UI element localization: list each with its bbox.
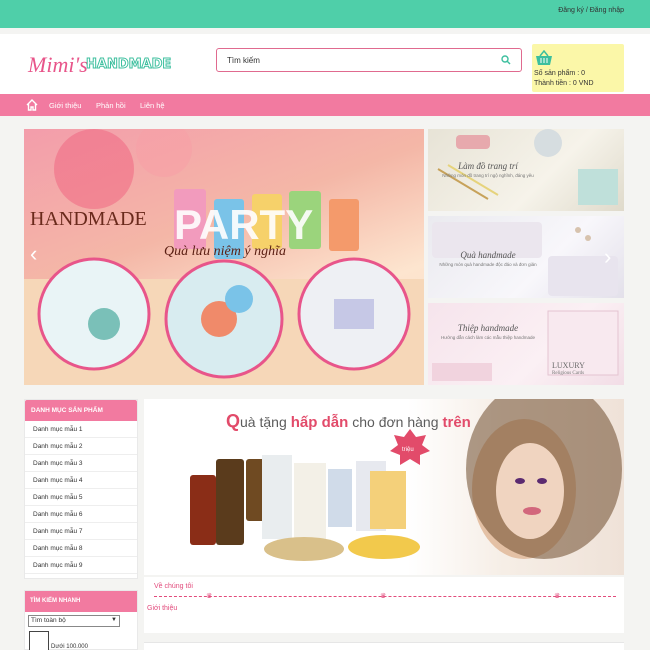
nav-item-about[interactable]: Giới thiệu xyxy=(49,101,81,110)
category-item[interactable]: Danh mục mẫu 8 xyxy=(25,540,137,557)
search-icon[interactable] xyxy=(501,55,511,65)
price-value: 100.000 xyxy=(66,644,88,650)
nav-item-feedback[interactable]: Phản hồi xyxy=(96,101,126,110)
search-box xyxy=(216,48,522,72)
cart-summary[interactable]: Số sản phẩm : 0 Thành tiền : 0 VND xyxy=(532,44,624,92)
luxury-badge: LUXURY xyxy=(552,361,585,370)
side-banner-subtitle: Những món quà handmade độc đáo và đơn gi… xyxy=(439,262,537,267)
category-item[interactable]: Danh mục mẫu 9 xyxy=(25,557,137,574)
party-slide-image: HANDMADE PARTY Quà lưu niệm ý nghĩa xyxy=(24,129,424,385)
logo-script: Mimi's xyxy=(27,52,88,77)
header: Mimi's HANDMADE Số sản phẩm : 0 Thành ti… xyxy=(0,34,650,94)
quick-search: TÌM KIẾM NHANH Tìm toàn bộ ▼ Dưới 100.00… xyxy=(24,590,138,650)
category-menu: DANH MỤC SẢN PHẨM Danh mục mẫu 1 Danh mụ… xyxy=(24,399,138,579)
crown-icon: ♛ xyxy=(206,593,213,600)
chevron-left-icon[interactable]: ‹ xyxy=(30,241,37,267)
cart-total-value: 0 VND xyxy=(572,80,594,87)
cart-count: Số sản phẩm : 0 xyxy=(534,70,585,77)
search-input[interactable] xyxy=(227,50,497,70)
luxury-badge-subtitle: Religious Cards xyxy=(552,371,585,376)
promo-text-b: uà tặng xyxy=(240,414,287,430)
chevron-down-icon: ▼ xyxy=(111,617,117,623)
side-banner-subtitle: Hướng dẫn cách làm các mẫu thiệp handmad… xyxy=(440,335,536,340)
crown-icon: ♛ xyxy=(380,593,387,600)
category-item[interactable]: Danh mục mẫu 2 xyxy=(25,438,137,455)
login-link[interactable]: Đăng nhập xyxy=(590,7,624,14)
promo-text-c: hấp dẫn xyxy=(291,414,349,431)
promo-text-a: Q xyxy=(226,411,240,431)
promo-banner-image: Quà tặng hấp dẫn cho đơn hàng trên triệu xyxy=(190,399,622,561)
side-banner-decor[interactable]: Làm đồ trang trí Những món đồ trang trí … xyxy=(428,129,624,211)
side-banner-gifts[interactable]: Quà handmade Những món quà handmade độc … xyxy=(428,216,624,298)
category-item[interactable]: Danh mục mẫu 1 xyxy=(25,421,137,438)
slide-word: PARTY xyxy=(174,201,313,248)
promo-banner[interactable]: Quà tặng hấp dẫn cho đơn hàng trên triệu xyxy=(144,399,624,575)
category-item[interactable]: Danh mục mẫu 6 xyxy=(25,506,137,523)
promo-headline: Quà tặng hấp dẫn cho đơn hàng trên xyxy=(226,411,471,431)
chevron-right-icon[interactable]: › xyxy=(604,244,611,270)
cart-total-label: Thành tiền : xyxy=(534,80,571,87)
side-banner-title: Làm đồ trang trí xyxy=(458,161,518,171)
category-item[interactable]: Danh mục mẫu 3 xyxy=(25,455,137,472)
account-links: Đăng ký / Đăng nhập xyxy=(558,7,624,14)
link-separator: / xyxy=(585,7,588,14)
main-slider[interactable]: HANDMADE PARTY Quà lưu niệm ý nghĩa ‹ xyxy=(24,129,424,385)
home-icon[interactable] xyxy=(26,99,38,111)
about-section: Về chúng tôi ♛ ♛ ♛ Giới thiệu xyxy=(144,577,624,633)
category-heading: DANH MỤC SẢN PHẨM xyxy=(25,400,137,421)
cart-total: Thành tiền : 0 VND xyxy=(534,80,594,87)
content-box xyxy=(144,642,624,650)
promo-badge: triệu xyxy=(402,447,414,453)
about-link[interactable]: Giới thiệu xyxy=(147,605,177,612)
main-nav: Giới thiệu Phản hồi Liên hệ xyxy=(0,94,650,116)
slide-subtitle: Quà lưu niệm ý nghĩa xyxy=(164,244,286,259)
cart-count-value: 0 xyxy=(581,70,585,77)
cart-count-label: Số sản phẩm : xyxy=(534,70,580,77)
category-item[interactable]: Danh mục mẫu 7 xyxy=(25,523,137,540)
site-logo[interactable]: Mimi's HANDMADE xyxy=(26,46,206,82)
logo-word: HANDMADE xyxy=(86,57,171,72)
side-banner-cards[interactable]: Thiệp handmade Hướng dẫn cách làm các mẫ… xyxy=(428,303,624,385)
basket-icon xyxy=(536,50,552,65)
price-checkbox[interactable] xyxy=(29,631,49,650)
side-banner-title: Quà handmade xyxy=(460,250,516,260)
crown-icon: ♛ xyxy=(554,593,561,600)
cards-image xyxy=(432,310,619,381)
price-option: Dưới 100.000 xyxy=(51,644,88,650)
promo-text-d: cho đơn hàng xyxy=(352,414,438,430)
category-item[interactable]: Danh mục mẫu 4 xyxy=(25,472,137,489)
price-label: Dưới xyxy=(51,644,65,650)
quick-search-heading: TÌM KIẾM NHANH xyxy=(25,591,137,612)
search-scope-select[interactable]: Tìm toàn bộ ▼ xyxy=(28,615,120,627)
register-link[interactable]: Đăng ký xyxy=(558,7,584,14)
side-banner-subtitle: Những món đồ trang trí ngộ nghĩnh, đáng … xyxy=(442,173,534,178)
category-item[interactable]: Danh mục mẫu 5 xyxy=(25,489,137,506)
slide-title: HANDMADE xyxy=(30,208,147,230)
search-scope-value: Tìm toàn bộ xyxy=(31,617,66,624)
side-banner-title: Thiệp handmade xyxy=(457,323,519,333)
about-title: Về chúng tôi xyxy=(154,583,193,590)
scalloped-border xyxy=(0,20,650,34)
nav-item-contact[interactable]: Liên hệ xyxy=(140,101,165,110)
promo-text-e: trên xyxy=(443,414,471,431)
